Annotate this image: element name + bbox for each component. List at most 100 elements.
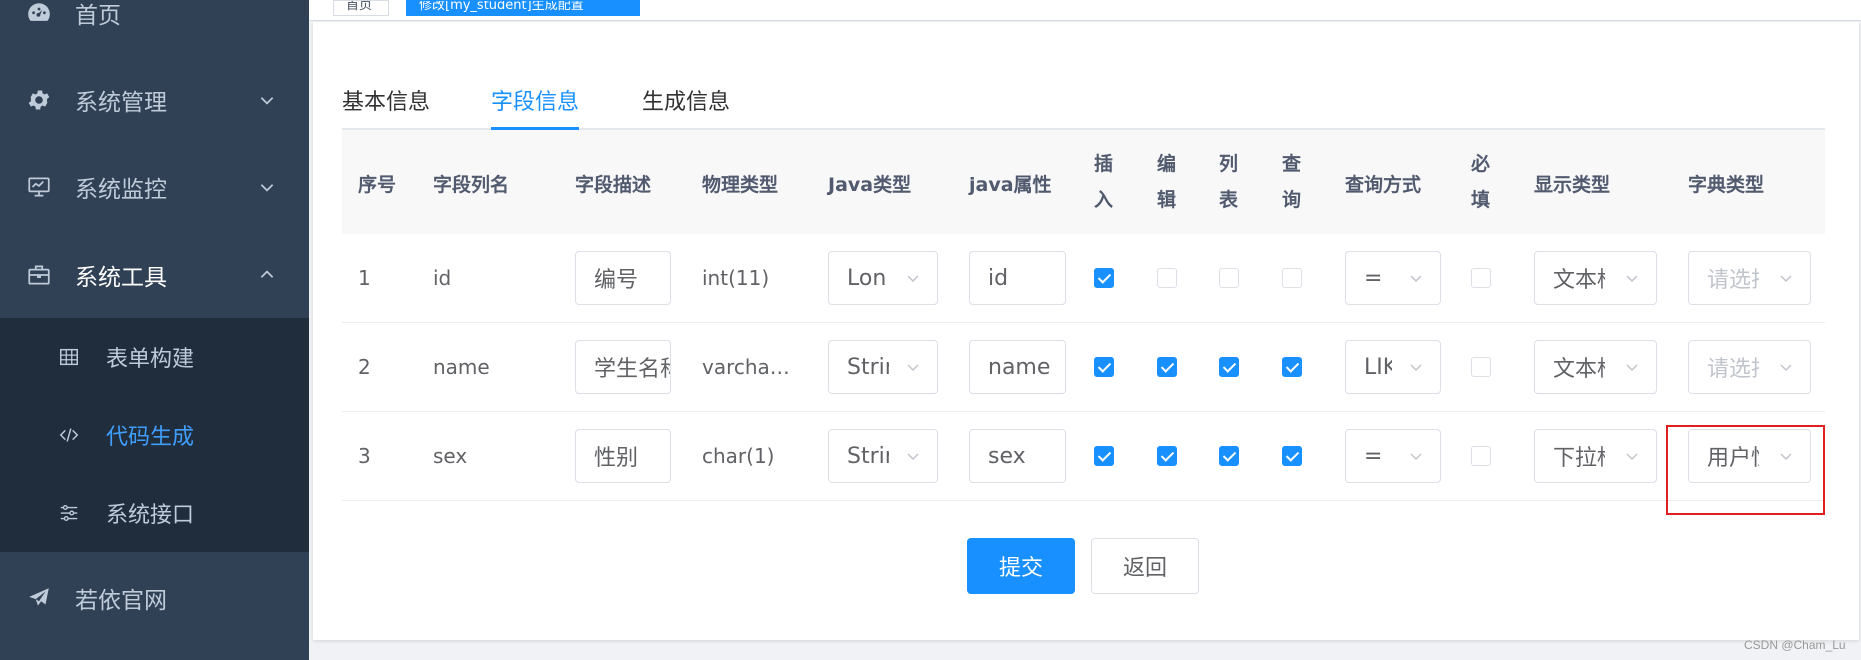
cell-phys-type: varcha… xyxy=(702,355,790,379)
chevron-down-icon xyxy=(1626,364,1638,372)
edit-checkbox[interactable] xyxy=(1157,446,1177,466)
required-checkbox[interactable] xyxy=(1471,268,1491,288)
desc-input[interactable]: 编号 xyxy=(575,251,671,305)
header-colname: 字段列名 xyxy=(433,174,510,196)
sidebar-item-label: 若依官网 xyxy=(75,588,167,614)
header-query: 查询 xyxy=(1282,153,1302,211)
submenu: 表单构建 代码生成 系统接口 xyxy=(0,318,309,552)
cell-colname: sex xyxy=(433,444,468,468)
header-seq: 序号 xyxy=(358,174,397,196)
tags-view: 首页 修改[my_student]生成配置 xyxy=(309,0,1861,21)
chevron-down-icon xyxy=(1626,275,1638,283)
insert-checkbox[interactable] xyxy=(1094,446,1114,466)
sidebar-item-label: 首页 xyxy=(75,3,121,29)
sidebar-item-label: 代码生成 xyxy=(106,425,195,450)
header-dict-type: 字典类型 xyxy=(1688,174,1765,196)
sidebar-item-monitor[interactable]: 系统监控 xyxy=(0,144,309,230)
list-checkbox[interactable] xyxy=(1219,268,1239,288)
java-prop-input[interactable]: name xyxy=(969,340,1066,394)
sidebar-item-api[interactable]: 系统接口 xyxy=(0,474,309,552)
required-checkbox[interactable] xyxy=(1471,357,1491,377)
cell-seq: 1 xyxy=(358,266,371,290)
insert-checkbox[interactable] xyxy=(1094,357,1114,377)
query-type-select[interactable]: = xyxy=(1345,251,1441,305)
sidebar-item-label: 系统管理 xyxy=(75,90,167,116)
chevron-down-icon xyxy=(907,275,919,283)
java-type-select[interactable]: Strin xyxy=(828,429,938,483)
submit-button[interactable]: 提交 xyxy=(967,538,1075,594)
chevron-up-icon xyxy=(260,270,274,278)
query-type-select[interactable]: = xyxy=(1345,429,1441,483)
edit-checkbox[interactable] xyxy=(1157,357,1177,377)
query-checkbox[interactable] xyxy=(1282,357,1302,377)
dashboard-icon xyxy=(28,3,50,21)
table-icon xyxy=(60,348,78,366)
cell-seq: 2 xyxy=(358,355,371,379)
tab-field-info[interactable]: 字段信息 xyxy=(491,84,579,116)
tag-home[interactable]: 首页 xyxy=(333,0,389,16)
chevron-down-icon xyxy=(1626,453,1638,461)
chevron-down-icon xyxy=(907,453,919,461)
sidebar-item-code-gen[interactable]: 代码生成 xyxy=(0,396,309,474)
chevron-down-icon xyxy=(1410,275,1422,283)
desc-input[interactable]: 学生名称 xyxy=(575,340,671,394)
java-type-select[interactable]: Lon xyxy=(828,251,938,305)
dict-type-select[interactable]: 请选择 xyxy=(1688,251,1811,305)
chevron-down-icon xyxy=(1410,364,1422,372)
table-header: 序号 字段列名 字段描述 物理类型 Java类型 java属性 插入 编辑 列表… xyxy=(342,130,1825,235)
chevron-down-icon xyxy=(1780,364,1792,372)
send-icon xyxy=(29,588,49,606)
header-list: 列表 xyxy=(1219,153,1239,211)
java-prop-input[interactable]: sex xyxy=(969,429,1066,483)
html-type-select[interactable]: 下拉框 xyxy=(1534,429,1657,483)
chevron-down-icon xyxy=(1780,275,1792,283)
query-checkbox[interactable] xyxy=(1282,446,1302,466)
table-row: 3 sex 性别 char(1) Strin sex = 下拉框 xyxy=(342,412,1825,501)
cell-colname: id xyxy=(433,266,452,290)
header-edit: 编辑 xyxy=(1157,153,1177,211)
dict-type-select[interactable]: 请选择 xyxy=(1688,340,1811,394)
main-card: 基本信息 字段信息 生成信息 序号 字段列名 字段描述 物理类型 Java类型 … xyxy=(313,22,1859,640)
header-desc: 字段描述 xyxy=(575,174,652,196)
java-prop-input[interactable]: id xyxy=(969,251,1066,305)
gear-icon xyxy=(28,90,50,110)
sidebar-item-form-builder[interactable]: 表单构建 xyxy=(0,318,309,396)
chevron-down-icon xyxy=(260,97,274,105)
list-checkbox[interactable] xyxy=(1219,446,1239,466)
tabs: 基本信息 字段信息 生成信息 xyxy=(342,72,1825,130)
tab-gen-info[interactable]: 生成信息 xyxy=(642,84,730,116)
html-type-select[interactable]: 文本框 xyxy=(1534,251,1657,305)
sidebar-item-system[interactable]: 系统管理 xyxy=(0,57,309,143)
back-button[interactable]: 返回 xyxy=(1091,538,1199,594)
edit-checkbox[interactable] xyxy=(1157,268,1177,288)
cell-colname: name xyxy=(433,355,490,379)
header-insert: 插入 xyxy=(1094,153,1114,211)
html-type-select[interactable]: 文本框 xyxy=(1534,340,1657,394)
query-checkbox[interactable] xyxy=(1282,268,1302,288)
cell-phys-type: char(1) xyxy=(702,444,775,468)
annotation-highlight-box xyxy=(1666,425,1825,515)
sidebar-item-tools[interactable]: 系统工具 xyxy=(0,232,309,318)
list-checkbox[interactable] xyxy=(1219,357,1239,377)
header-java-prop: java属性 xyxy=(969,174,1052,196)
header-html-type: 显示类型 xyxy=(1534,174,1611,196)
header-query-type: 查询方式 xyxy=(1345,174,1422,196)
cell-phys-type: int(11) xyxy=(702,266,770,290)
table-row: 2 name 学生名称 varcha… Strin name LIKE 文本框 xyxy=(342,323,1825,412)
cell-seq: 3 xyxy=(358,444,371,468)
sidebar-item-label: 系统工具 xyxy=(75,265,167,291)
header-required: 必填 xyxy=(1471,153,1491,211)
table-row: 1 id 编号 int(11) Lon id = 文本框 请选择 xyxy=(342,234,1825,323)
query-type-select[interactable]: LIKE xyxy=(1345,340,1441,394)
desc-input[interactable]: 性别 xyxy=(575,429,671,483)
insert-checkbox[interactable] xyxy=(1094,268,1114,288)
required-checkbox[interactable] xyxy=(1471,446,1491,466)
chevron-down-icon xyxy=(907,364,919,372)
chevron-down-icon xyxy=(1410,453,1422,461)
tag-active[interactable]: 修改[my_student]生成配置 xyxy=(406,0,640,16)
tab-basic-info[interactable]: 基本信息 xyxy=(342,84,430,116)
sidebar-item-home[interactable]: 首页 xyxy=(0,0,309,56)
sidebar-item-ruoyi-site[interactable]: 若依官网 xyxy=(0,555,309,641)
java-type-select[interactable]: Strin xyxy=(828,340,938,394)
sidebar-item-label: 系统接口 xyxy=(106,503,195,528)
